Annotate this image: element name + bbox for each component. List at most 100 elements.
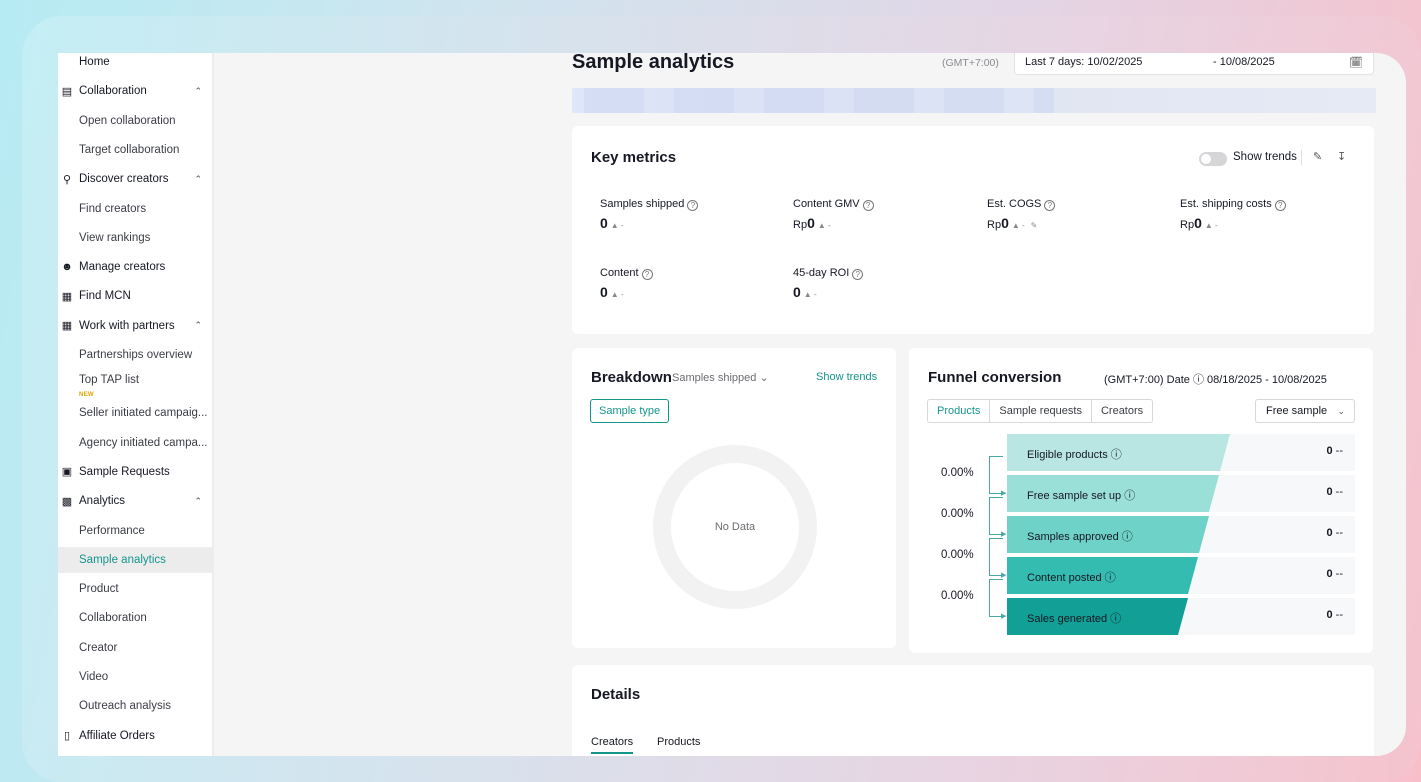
funnel-stage-value: 0 -- (1326, 445, 1343, 457)
chevron-down-icon: ⌄ (759, 372, 769, 384)
metric-3: Est. COGS? Rp0 ▲ - ✎ (987, 198, 1056, 231)
sidebar-item-label: Video (79, 671, 109, 683)
sidebar-item[interactable]: Home (58, 53, 212, 75)
help-icon[interactable]: ? (1274, 200, 1286, 211)
help-icon[interactable]: ⓘ (1111, 449, 1122, 461)
sample-type-chip[interactable]: Sample type (590, 399, 670, 423)
help-icon[interactable]: ? (641, 269, 653, 280)
funnel-stage: Free sample set up ⓘ 0 -- (1007, 475, 1355, 512)
sidebar-item[interactable]: ⚲ Discover creators ⌃ (58, 166, 212, 192)
help-icon[interactable]: ? (1044, 200, 1056, 211)
funnel-date-range[interactable]: 08/18/2025 - 10/08/2025 (1207, 374, 1327, 386)
funnel-tab[interactable]: Products (928, 400, 991, 422)
download-icon[interactable]: ↧ (1337, 150, 1346, 163)
details-tab-products[interactable]: Products (657, 736, 700, 748)
sample-type-select[interactable]: Free sample ⌄ (1255, 399, 1355, 423)
sidebar-item[interactable]: Seller initiated campaig... (58, 400, 212, 426)
timezone-label: (GMT+7:00) (942, 57, 999, 69)
sidebar-item[interactable]: ▩ Analytics ⌃ (58, 488, 212, 514)
sidebar-item-label: View rankings (79, 231, 151, 244)
sidebar-item-label: Open collaboration (79, 114, 176, 127)
home-icon (60, 55, 74, 69)
sidebar-item[interactable]: ▣ Sample Requests (58, 459, 212, 485)
sidebar-item-label: Work with partners (79, 319, 175, 332)
no-data-label: No Data (714, 521, 756, 533)
sidebar-item-label: Collaboration (79, 612, 147, 625)
details-tab-creators[interactable]: Creators (591, 736, 634, 754)
sidebar-item[interactable]: Creator (58, 635, 212, 661)
help-icon[interactable]: ? (687, 200, 699, 211)
sidebar-item[interactable]: Top TAP list NEW (58, 371, 212, 399)
sidebar-item-label: Affiliate Orders (79, 729, 155, 742)
sidebar-item-label: Outreach analysis (79, 700, 172, 713)
metric-5: Content? 0 ▲ - (600, 267, 653, 300)
sidebar-item[interactable]: Collaboration (58, 605, 212, 631)
sidebar-item[interactable]: ▤ Collaboration ⌃ (58, 78, 212, 104)
sidebar-item[interactable]: Find creators (58, 196, 212, 222)
funnel-stage-label: Eligible products ⓘ (1027, 449, 1122, 461)
funnel-tab[interactable]: Creators (1090, 400, 1153, 422)
funnel-title: Funnel conversion (928, 369, 1062, 386)
sidebar-item[interactable]: Outreach analysis (58, 693, 212, 719)
clipboard-icon: ▤ (61, 85, 73, 98)
sidebar-item[interactable]: Open collaboration (58, 108, 212, 134)
sidebar-item-label: Sample Requests (79, 465, 170, 478)
date-end[interactable]: - 10/08/2025 (1213, 56, 1275, 68)
sidebar-item[interactable]: Target collaboration (58, 137, 212, 163)
funnel-stage-label: Free sample set up ⓘ (1027, 490, 1136, 502)
help-icon[interactable]: ? (862, 200, 874, 211)
sidebar-item[interactable]: Video (58, 664, 212, 690)
help-icon[interactable]: ? (852, 269, 864, 280)
metric-value: Rp0 ▲ - (793, 215, 831, 231)
help-icon[interactable]: ⓘ (1110, 613, 1121, 625)
sidebar-item[interactable]: Sample analytics (58, 546, 212, 573)
sidebar-item-label: Creator (79, 641, 118, 654)
metric-label: Content? (600, 267, 653, 280)
sidebar-item[interactable]: ▯ Affiliate Orders (58, 723, 212, 749)
receipt-icon: ▯ (63, 730, 71, 743)
chevron-up-icon[interactable]: ⌃ (194, 174, 202, 185)
sidebar-item[interactable]: ▦ Find MCN (58, 283, 212, 309)
chevron-up-icon[interactable]: ⌃ (194, 320, 202, 331)
sidebar-item[interactable]: ☻ Manage creators (58, 254, 212, 280)
funnel-meta: (GMT+7:00) Date ⓘ 08/18/2025 - 10/08/202… (1104, 371, 1327, 387)
partners-icon: ▦ (61, 320, 73, 333)
sidebar-item[interactable]: View rankings (58, 225, 212, 251)
sidebar-item[interactable]: Partnerships overview (58, 342, 212, 368)
metric-value: Rp0 ▲ - (1180, 215, 1218, 231)
help-icon[interactable]: ⓘ (1122, 531, 1133, 543)
key-metrics-card: Key metrics Show trends ✎ ↧ Samples ship… (572, 126, 1374, 334)
funnel-tab[interactable]: Sample requests (989, 400, 1091, 422)
breakdown-show-trends-link[interactable]: Show trends (816, 371, 877, 383)
edit-icon[interactable]: ✎ (1313, 150, 1322, 163)
conversion-rate: 0.00% (941, 590, 974, 602)
new-badge: NEW (79, 392, 94, 399)
sidebar-item[interactable]: Agency initiated campa... (58, 430, 212, 456)
funnel-stage-value: 0 -- (1326, 527, 1343, 539)
breakdown-metric-select[interactable]: Samples shipped ⌄ (672, 371, 769, 384)
sidebar-item[interactable]: Performance (58, 518, 212, 544)
help-icon[interactable]: ⓘ (1124, 490, 1135, 502)
date-start[interactable]: Last 7 days: 10/02/2025 (1025, 56, 1142, 68)
sample-type-select-value: Free sample (1266, 405, 1328, 417)
chevron-up-icon[interactable]: ⌃ (194, 86, 202, 97)
show-trends-toggle[interactable] (1199, 152, 1227, 166)
help-icon[interactable]: ⓘ (1105, 572, 1116, 584)
metric-label: Est. COGS? (987, 198, 1056, 211)
sidebar-item[interactable]: Product (58, 576, 212, 602)
metric-value: Rp0 ▲ - ✎ (987, 215, 1038, 231)
help-icon: ⓘ (1192, 374, 1204, 386)
chevron-up-icon[interactable]: ⌃ (194, 496, 202, 507)
funnel-stage: Eligible products ⓘ 0 -- (1007, 434, 1355, 471)
date-range-picker[interactable]: Last 7 days: 10/02/2025 - 10/08/2025 🗓 (1014, 53, 1374, 75)
key-metrics-title: Key metrics (591, 149, 677, 166)
sidebar-item[interactable]: ▦ Work with partners ⌃ (58, 313, 212, 339)
sidebar-item-label: Performance (79, 524, 145, 537)
edit-icon[interactable]: ✎ (1031, 221, 1038, 230)
calendar-icon[interactable]: 🗓 (1349, 56, 1363, 69)
arrow-right-icon: ▶ (1001, 531, 1007, 538)
details-title: Details (591, 686, 641, 703)
page-title: Sample analytics (572, 53, 735, 73)
info-banner (572, 88, 1376, 113)
metric-2: Content GMV? Rp0 ▲ - (793, 198, 874, 231)
